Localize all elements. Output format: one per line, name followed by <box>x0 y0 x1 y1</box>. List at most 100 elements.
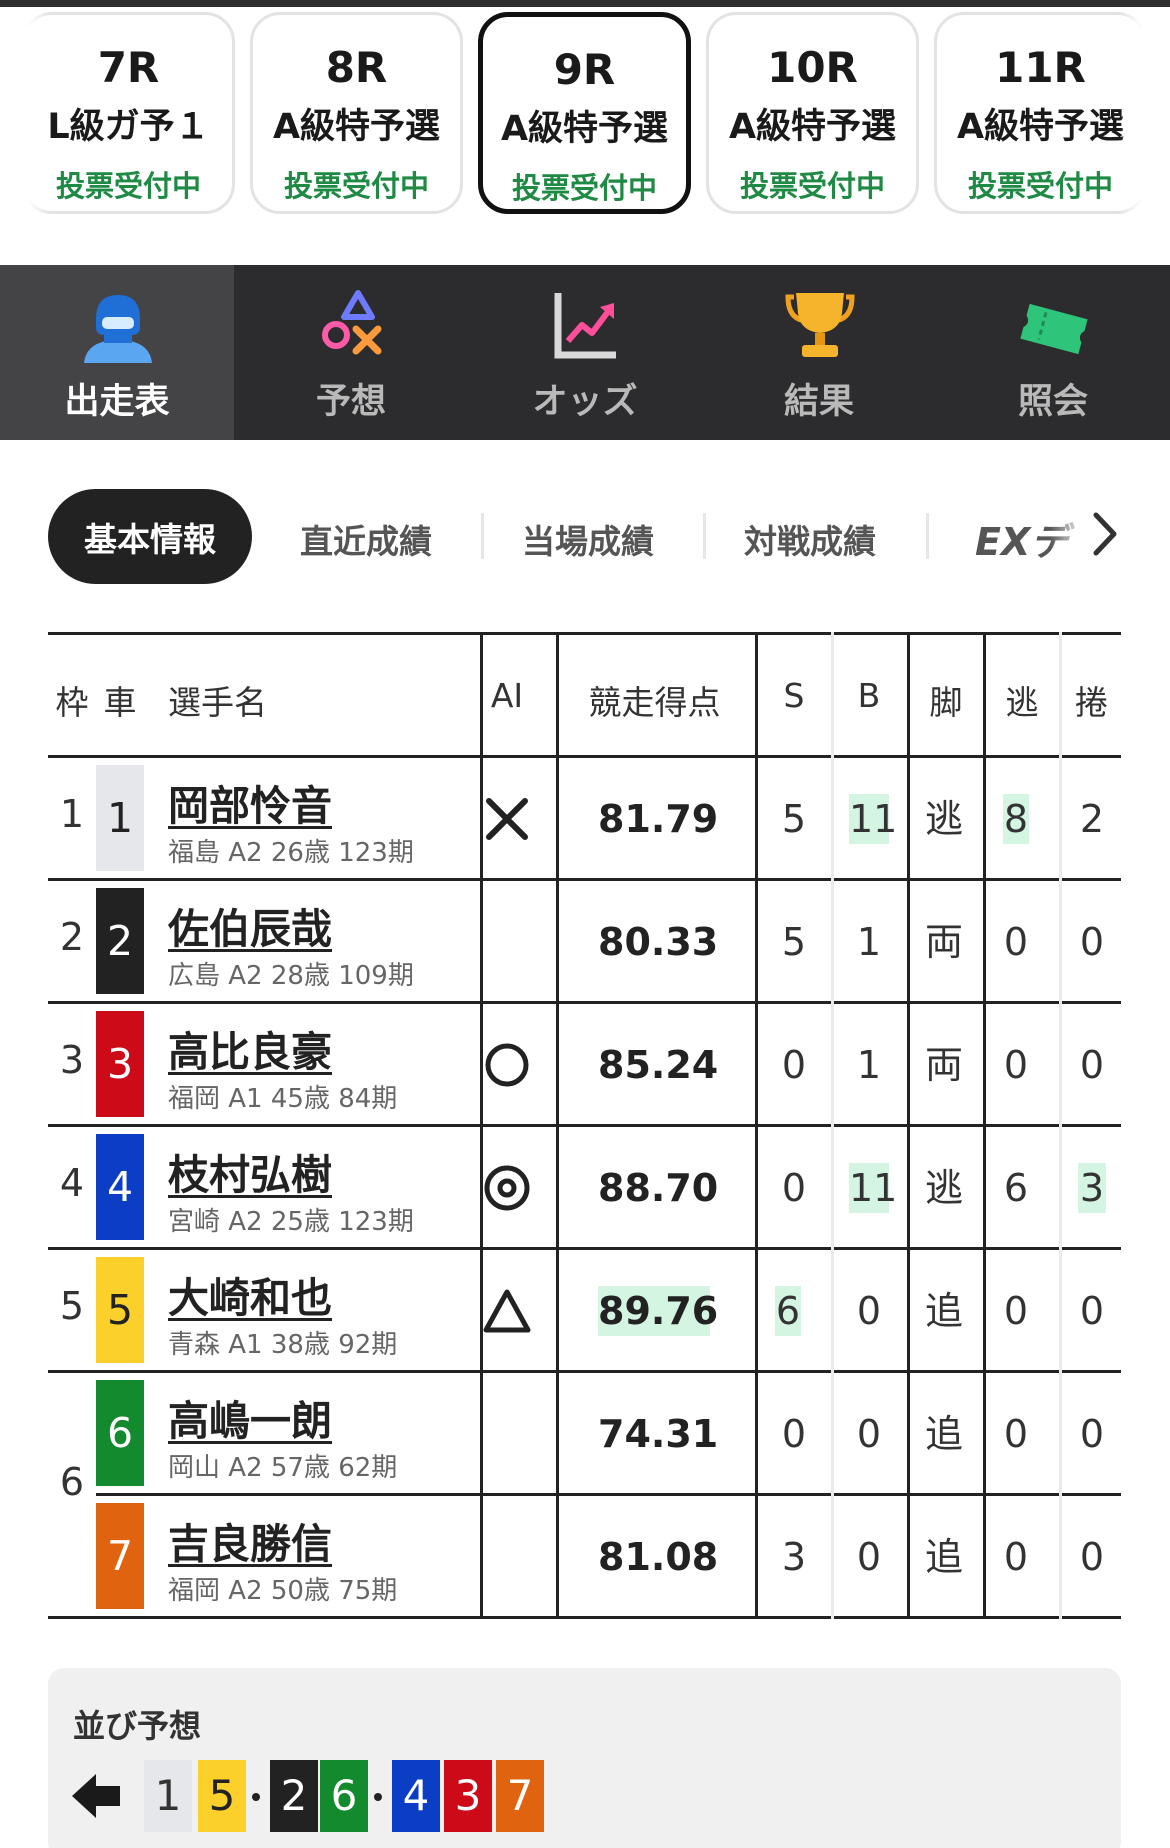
lineup-car: 4 <box>392 1760 440 1832</box>
nige-count: 0 <box>1003 1043 1029 1087</box>
player-name-link[interactable]: 枝村弘樹 <box>168 1141 332 1201</box>
header-car: 車 <box>103 683 137 722</box>
tab-basic-info[interactable]: 基本情報 <box>48 489 252 584</box>
b-count: 11 <box>849 794 897 844</box>
car-number-badge: 1 <box>96 765 144 871</box>
waku-number: 5 <box>59 1284 85 1328</box>
waku-number: 1 <box>59 792 85 836</box>
waku-number: 4 <box>59 1161 85 1205</box>
lineup-separator-dot <box>252 1793 260 1801</box>
lineup-car: 5 <box>198 1760 246 1832</box>
nav-item-inquiry[interactable]: 照会 <box>936 265 1170 440</box>
header-s: S <box>783 676 805 715</box>
player-info: 青森 A1 38歳 92期 <box>168 1330 398 1360</box>
tab-recent-results[interactable]: 直近成績 <box>300 515 432 563</box>
running-style: 逃 <box>924 797 963 841</box>
race-tab-9r[interactable]: 9R A級特予選 投票受付中 <box>478 12 691 214</box>
top-border <box>0 0 1170 7</box>
s-count: 0 <box>781 1412 807 1456</box>
race-number: 11R <box>995 43 1086 92</box>
s-count: 0 <box>781 1166 807 1210</box>
car-number-badge: 2 <box>96 888 144 994</box>
race-score: 74.31 <box>598 1412 719 1456</box>
makuri-count: 0 <box>1079 1289 1105 1333</box>
lineup-car: 1 <box>144 1760 192 1832</box>
lineup-car: 2 <box>270 1760 318 1832</box>
nige-count: 0 <box>1003 1535 1029 1579</box>
race-score: 81.79 <box>598 797 719 841</box>
nige-count: 6 <box>1003 1166 1029 1210</box>
player-name-link[interactable]: 岡部怜音 <box>168 772 332 832</box>
nav-item-results[interactable]: 結果 <box>702 265 936 440</box>
race-score: 80.33 <box>598 920 719 964</box>
player-name-link[interactable]: 吉良勝信 <box>168 1510 332 1570</box>
nav-item-prediction[interactable]: 予想 <box>234 265 468 440</box>
header-kyaku: 脚 <box>929 683 963 722</box>
nige-count: 0 <box>1003 1412 1029 1456</box>
nige-count: 8 <box>1003 794 1029 844</box>
race-score: 89.76 <box>598 1286 718 1336</box>
tab-venue-results[interactable]: 当場成績 <box>522 515 654 563</box>
running-style: 追 <box>924 1412 963 1456</box>
player-info: 福岡 A2 50歳 75期 <box>168 1576 398 1606</box>
race-grade: A級特予選 <box>728 107 897 147</box>
strip-fade-left <box>0 10 50 215</box>
table-row: 3 3 高比良豪 福岡 A1 45歳 84期 85.24 0 1 両 0 0 <box>48 1004 1121 1124</box>
player-info: 広島 A2 28歳 109期 <box>168 961 414 991</box>
table-row: 2 2 佐伯辰哉 広島 A2 28歳 109期 80.33 5 1 両 0 0 <box>48 881 1121 1001</box>
player-name-link[interactable]: 高比良豪 <box>168 1018 332 1078</box>
makuri-count: 0 <box>1079 1043 1105 1087</box>
makuri-count: 3 <box>1078 1163 1106 1213</box>
nav-item-entry-table[interactable]: 出走表 <box>0 265 234 440</box>
car-number-badge: 6 <box>96 1380 144 1486</box>
header-b: B <box>857 676 881 715</box>
race-grade: A級特予選 <box>500 109 669 149</box>
prediction-marks-icon <box>322 290 382 355</box>
race-number: 10R <box>767 43 858 92</box>
player-info: 岡山 A2 57歳 62期 <box>168 1453 398 1483</box>
lineup-car: 7 <box>496 1760 544 1832</box>
car-number-badge: 5 <box>96 1257 144 1363</box>
b-count: 0 <box>856 1535 882 1579</box>
lineup-car: 6 <box>320 1760 368 1832</box>
nav-label: 照会 <box>1017 382 1088 422</box>
race-selector[interactable]: 7R L級ガ予１ 投票受付中 8R A級特予選 投票受付中 9R A級特予選 投… <box>0 10 1170 215</box>
race-score: 85.24 <box>598 1043 719 1087</box>
running-style: 両 <box>924 920 963 964</box>
table-row: 6 高嶋一朗 岡山 A2 57歳 62期 74.31 0 0 追 0 0 <box>48 1373 1121 1493</box>
race-status: 投票受付中 <box>739 169 885 203</box>
race-tab-8r[interactable]: 8R A級特予選 投票受付中 <box>250 12 463 214</box>
player-info: 福岡 A1 45歳 84期 <box>168 1084 398 1114</box>
chevron-right-icon[interactable] <box>1092 511 1118 557</box>
race-status: 投票受付中 <box>511 171 657 205</box>
race-tab-10r[interactable]: 10R A級特予選 投票受付中 <box>706 12 919 214</box>
race-tab-7r[interactable]: 7R L級ガ予１ 投票受付中 <box>22 12 235 214</box>
player-name-link[interactable]: 大崎和也 <box>168 1264 332 1324</box>
running-style: 逃 <box>924 1166 963 1210</box>
header-name: 選手名 <box>168 683 267 722</box>
ai-triangle-mark-icon <box>483 1289 531 1333</box>
ticket-icon <box>1020 303 1088 355</box>
nav-label: 出走表 <box>64 382 170 422</box>
tab-matchup-results[interactable]: 対戦成績 <box>744 515 876 563</box>
car-number-badge: 7 <box>96 1503 144 1609</box>
table-bottom-border <box>48 1616 1121 1619</box>
s-count: 0 <box>781 1043 807 1087</box>
makuri-count: 0 <box>1079 920 1105 964</box>
race-number: 7R <box>97 43 160 92</box>
table-row: 5 5 大崎和也 青森 A1 38歳 92期 89.76 6 0 追 0 0 <box>48 1250 1121 1370</box>
race-status: 投票受付中 <box>283 169 429 203</box>
s-count: 5 <box>781 797 807 841</box>
race-score: 88.70 <box>598 1166 719 1210</box>
race-tab-11r[interactable]: 11R A級特予選 投票受付中 <box>934 12 1147 214</box>
b-count: 1 <box>856 1043 882 1087</box>
s-count: 5 <box>781 920 807 964</box>
lineup-prediction: 並び予想 1 5 2 6 4 3 7 <box>48 1668 1121 1848</box>
header-waku: 枠 <box>55 683 89 722</box>
table-row: 7 吉良勝信 福岡 A2 50歳 75期 81.08 3 0 追 0 0 <box>48 1496 1121 1616</box>
lineup-car: 3 <box>444 1760 492 1832</box>
player-name-link[interactable]: 佐伯辰哉 <box>168 895 332 955</box>
race-grade: L級ガ予１ <box>47 107 210 147</box>
nav-item-odds[interactable]: オッズ <box>468 265 702 440</box>
player-name-link[interactable]: 高嶋一朗 <box>168 1387 332 1447</box>
